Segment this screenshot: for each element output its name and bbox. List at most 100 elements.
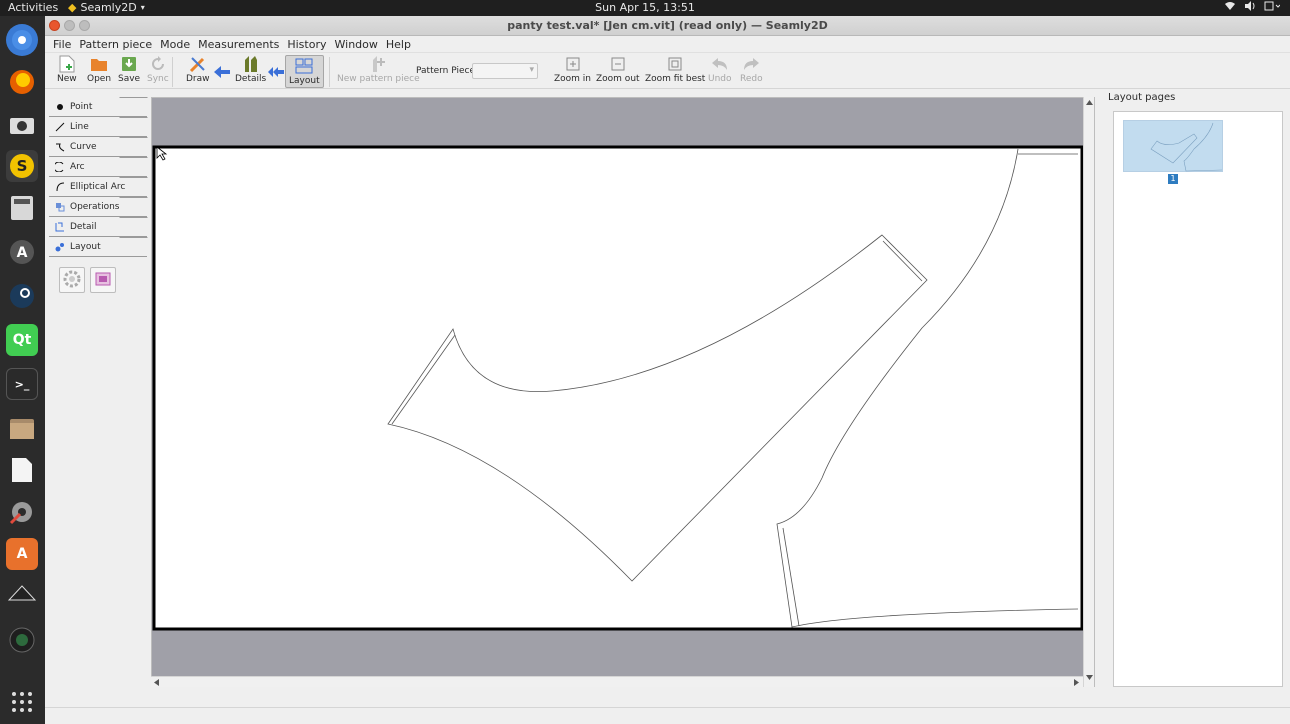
layout-label: Layout: [289, 76, 320, 86]
menu-file[interactable]: File: [49, 38, 75, 51]
menu-mode[interactable]: Mode: [156, 38, 194, 51]
save-icon: [120, 55, 138, 73]
power-icon: [1264, 1, 1281, 14]
tool-tab-operations-label: Operations: [70, 202, 120, 212]
new-pattern-piece-label: New pattern piece: [337, 74, 420, 84]
layout-settings-button[interactable]: [59, 267, 85, 293]
sync-icon: [149, 55, 167, 73]
menu-measurements[interactable]: Measurements: [194, 38, 283, 51]
inkscape-icon[interactable]: [6, 582, 38, 614]
draw-label: Draw: [186, 74, 210, 84]
tool-tab-line-label: Line: [70, 122, 89, 132]
horizontal-scrollbar[interactable]: [151, 676, 1083, 687]
qt-creator-icon[interactable]: Qt: [6, 324, 38, 356]
line-icon: [55, 122, 65, 132]
menu-history[interactable]: History: [283, 38, 330, 51]
sync-button[interactable]: Sync: [147, 55, 169, 84]
layout-page-thumbnail[interactable]: [1123, 120, 1223, 172]
tool-tab-layout[interactable]: Layout: [49, 237, 147, 257]
tool-tab-point[interactable]: Point: [49, 97, 147, 117]
tool-tab-curve[interactable]: Curve: [49, 137, 147, 157]
redo-button[interactable]: Redo: [740, 55, 763, 84]
pattern-piece-label: Pattern Piece:: [416, 66, 479, 76]
previous-arrow-button[interactable]: [213, 63, 231, 82]
zoom-out-label: Zoom out: [596, 74, 640, 84]
menu-help[interactable]: Help: [382, 38, 415, 51]
zoom-fit-best-icon: [666, 55, 684, 73]
status-bar: [45, 707, 1290, 724]
menu-window[interactable]: Window: [331, 38, 382, 51]
app-menu-label: Seamly2D: [80, 1, 137, 14]
system-settings-icon[interactable]: [6, 496, 38, 528]
camera-icon[interactable]: [6, 108, 38, 140]
menu-bar: File Pattern piece Mode Measurements His…: [45, 36, 1290, 53]
terminal-icon[interactable]: >_: [6, 368, 38, 400]
tool-tab-arc[interactable]: Arc: [49, 157, 147, 177]
layout-tools-group: [59, 267, 147, 293]
undo-label: Undo: [708, 74, 732, 84]
tool-tab-detail[interactable]: Detail: [49, 217, 147, 237]
tool-panel: Point Line Curve Arc Elliptical Arc Oper…: [49, 97, 147, 697]
save-label: Save: [118, 74, 141, 84]
seamly2d-window: panty test.val* [Jen cm.vit] (read only)…: [45, 16, 1290, 724]
tool-tab-layout-label: Layout: [70, 242, 101, 252]
show-applications-icon[interactable]: [6, 686, 38, 718]
app-menu[interactable]: ◆ Seamly2D ▾: [68, 1, 145, 14]
zoom-in-icon: [564, 55, 582, 73]
details-icon: [242, 55, 260, 73]
open-button[interactable]: Open: [87, 55, 111, 84]
new-file-icon: [58, 55, 76, 73]
calculator-icon[interactable]: [6, 192, 38, 224]
new-button[interactable]: New: [57, 55, 77, 84]
save-button[interactable]: Save: [118, 55, 140, 84]
app-icon: ◆: [68, 1, 77, 14]
zoom-in-label: Zoom in: [554, 74, 592, 84]
redo-icon: [742, 55, 760, 73]
layout-tool-icon: [55, 242, 65, 252]
camera-app-icon[interactable]: [6, 624, 38, 656]
clock[interactable]: Sun Apr 15, 13:51: [0, 1, 1290, 14]
double-arrow-button[interactable]: [267, 63, 285, 82]
layout-mode-button[interactable]: Layout: [285, 55, 324, 88]
tool-tab-operations[interactable]: Operations: [49, 197, 147, 217]
tool-tab-elliptical-arc[interactable]: Elliptical Arc: [49, 177, 147, 197]
text-editor-icon[interactable]: [6, 454, 38, 486]
chevron-down-icon: ▾: [140, 3, 145, 12]
chromium-icon[interactable]: [6, 24, 38, 56]
window-titlebar[interactable]: panty test.val* [Jen cm.vit] (read only)…: [45, 16, 1290, 36]
system-tray[interactable]: [1224, 1, 1281, 14]
draw-mode-button[interactable]: Draw: [186, 55, 210, 84]
layout-canvas[interactable]: [151, 97, 1095, 687]
tool-tab-line[interactable]: Line: [49, 117, 147, 137]
software-center-icon[interactable]: A: [6, 538, 38, 570]
redo-label: Redo: [740, 74, 763, 84]
menu-pattern-piece[interactable]: Pattern piece: [75, 38, 156, 51]
zoom-in-button[interactable]: Zoom in: [554, 55, 591, 84]
layout-page-number: 1: [1168, 174, 1178, 184]
tool-tab-arc-label: Arc: [70, 162, 85, 172]
svg-text:S: S: [17, 157, 28, 175]
zoom-fit-best-label: Zoom fit best: [645, 74, 706, 84]
double-arrow-left-icon: [267, 63, 285, 81]
files-icon[interactable]: [6, 412, 38, 444]
zoom-fit-best-button[interactable]: Zoom fit best: [645, 55, 705, 84]
tool-tab-curve-label: Curve: [70, 142, 97, 152]
layout-icon: [295, 57, 313, 75]
activities-button[interactable]: Activities: [8, 1, 58, 14]
new-pattern-piece-button[interactable]: New pattern piece: [337, 55, 420, 84]
pattern-piece-select[interactable]: [472, 63, 538, 79]
seamly2d-icon[interactable]: S: [6, 150, 38, 182]
svg-text:A: A: [17, 245, 28, 261]
details-mode-button[interactable]: Details: [235, 55, 266, 84]
vertical-scrollbar[interactable]: [1083, 97, 1094, 687]
software-updater-icon[interactable]: A: [6, 236, 38, 268]
firefox-icon[interactable]: [6, 66, 38, 98]
zoom-out-button[interactable]: Zoom out: [596, 55, 640, 84]
unite-pages-button[interactable]: [90, 267, 116, 293]
detail-icon: [55, 222, 65, 232]
sync-label: Sync: [147, 74, 169, 84]
new-label: New: [57, 74, 77, 84]
steam-icon[interactable]: [6, 280, 38, 312]
arc-icon: [55, 162, 65, 172]
undo-button[interactable]: Undo: [708, 55, 732, 84]
